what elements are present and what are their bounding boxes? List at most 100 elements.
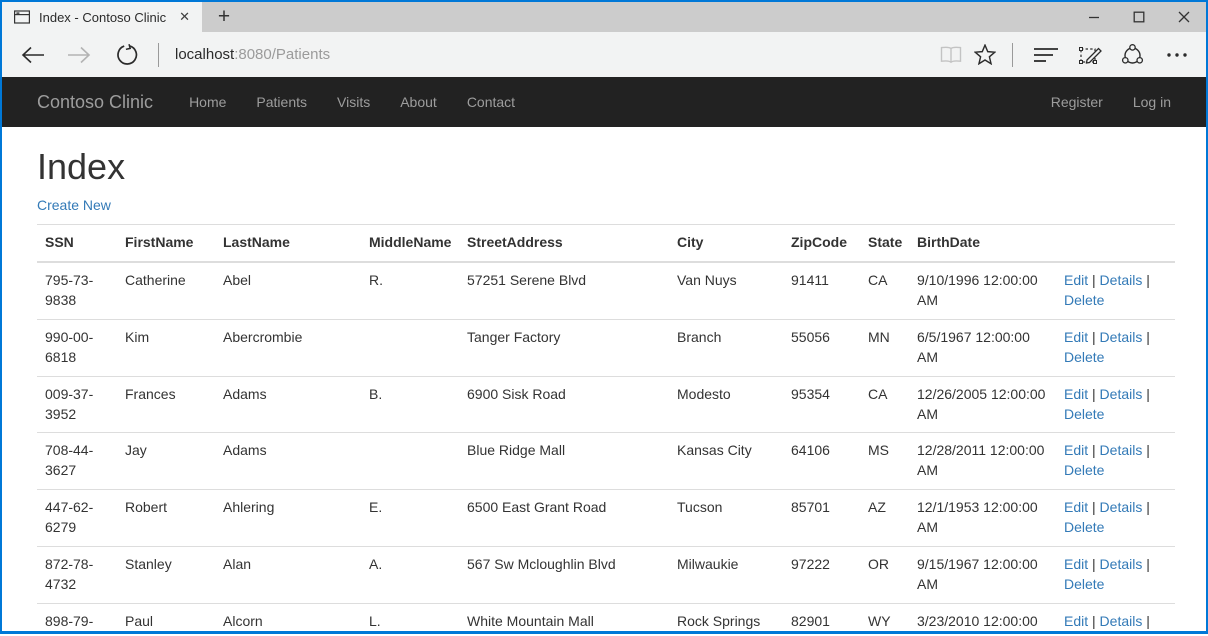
cell-actions: Edit | Details | Delete — [1056, 490, 1175, 547]
nav-link-home[interactable]: Home — [174, 77, 241, 127]
details-link[interactable]: Details — [1100, 329, 1143, 345]
cell-state: CA — [860, 262, 909, 319]
column-header: ZipCode — [783, 224, 860, 261]
cell-city: Modesto — [669, 376, 783, 433]
delete-link[interactable]: Delete — [1064, 462, 1104, 478]
tab-close-icon[interactable]: ✕ — [173, 7, 196, 27]
nav-item: Contact — [452, 77, 530, 127]
nav-link-log-in[interactable]: Log in — [1118, 77, 1186, 127]
page-content: Index Create New SSNFirstNameLastNameMid… — [2, 127, 1206, 631]
details-link[interactable]: Details — [1100, 556, 1143, 572]
table-row: 990-00-6818 Kim Abercrombie Tanger Facto… — [37, 319, 1175, 376]
page-title: Index — [37, 147, 1171, 187]
details-link[interactable]: Details — [1100, 272, 1143, 288]
more-actions-icon[interactable] — [1160, 38, 1194, 72]
column-header: State — [860, 224, 909, 261]
cell-firstname: Jay — [117, 433, 215, 490]
brand-link[interactable]: Contoso Clinic — [37, 92, 153, 113]
edit-link[interactable]: Edit — [1064, 613, 1088, 629]
tab-strip: Index - Contoso Clinic ✕ + — [2, 2, 1206, 32]
close-button[interactable] — [1161, 2, 1206, 32]
column-header: SSN — [37, 224, 117, 261]
address-bar[interactable]: localhost:8080/Patients — [167, 46, 934, 63]
cell-state: MN — [860, 319, 909, 376]
cell-middlename: A. — [361, 547, 459, 604]
edit-link[interactable]: Edit — [1064, 329, 1088, 345]
favorites-star-icon[interactable] — [968, 38, 1002, 72]
new-tab-button[interactable]: + — [202, 2, 246, 32]
minimize-button[interactable] — [1071, 2, 1116, 32]
delete-link[interactable]: Delete — [1064, 292, 1104, 308]
cell-city: Van Nuys — [669, 262, 783, 319]
cell-zipcode: 91411 — [783, 262, 860, 319]
share-icon[interactable] — [1115, 38, 1149, 72]
cell-city: Milwaukie — [669, 547, 783, 604]
create-new-link[interactable]: Create New — [37, 197, 111, 213]
cell-lastname: Adams — [215, 433, 361, 490]
cell-zipcode: 97222 — [783, 547, 860, 604]
cell-state: AZ — [860, 490, 909, 547]
nav-links: HomePatientsVisitsAboutContact — [174, 77, 530, 127]
table-header-row: SSNFirstNameLastNameMiddleNameStreetAddr… — [37, 224, 1175, 261]
cell-birthdate: 9/10/1996 12:00:00 AM — [909, 262, 1056, 319]
cell-actions: Edit | Details | Delete — [1056, 262, 1175, 319]
details-link[interactable]: Details — [1100, 442, 1143, 458]
table-row: 898-79-8701 Paul Alcorn L. White Mountai… — [37, 604, 1175, 631]
browser-window: Index - Contoso Clinic ✕ + — [0, 0, 1208, 634]
edit-link[interactable]: Edit — [1064, 272, 1088, 288]
action-separator: | — [1146, 386, 1150, 402]
cell-birthdate: 3/23/2010 12:00:00 AM — [909, 604, 1056, 631]
column-header: StreetAddress — [459, 224, 669, 261]
cell-city: Tucson — [669, 490, 783, 547]
cell-ssn: 009-37-3952 — [37, 376, 117, 433]
nav-link-register[interactable]: Register — [1036, 77, 1118, 127]
column-header: MiddleName — [361, 224, 459, 261]
edit-link[interactable]: Edit — [1064, 386, 1088, 402]
cell-firstname: Catherine — [117, 262, 215, 319]
reading-view-icon[interactable] — [934, 38, 968, 72]
maximize-button[interactable] — [1116, 2, 1161, 32]
cell-city: Kansas City — [669, 433, 783, 490]
nav-link-contact[interactable]: Contact — [452, 77, 530, 127]
delete-link[interactable]: Delete — [1064, 519, 1104, 535]
details-link[interactable]: Details — [1100, 613, 1143, 629]
back-button[interactable] — [16, 38, 50, 72]
column-header: City — [669, 224, 783, 261]
browser-tab[interactable]: Index - Contoso Clinic ✕ — [2, 2, 202, 32]
delete-link[interactable]: Delete — [1064, 349, 1104, 365]
cell-lastname: Alan — [215, 547, 361, 604]
cell-streetaddress: Blue Ridge Mall — [459, 433, 669, 490]
action-separator: | — [1146, 272, 1150, 288]
refresh-button[interactable] — [110, 38, 144, 72]
forward-button[interactable] — [62, 38, 96, 72]
delete-link[interactable]: Delete — [1064, 576, 1104, 592]
nav-link-visits[interactable]: Visits — [322, 77, 385, 127]
cell-ssn: 872-78-4732 — [37, 547, 117, 604]
cell-middlename — [361, 319, 459, 376]
edit-link[interactable]: Edit — [1064, 442, 1088, 458]
web-note-icon[interactable] — [1074, 38, 1108, 72]
cell-actions: Edit | Details | Delete — [1056, 319, 1175, 376]
nav-item: Patients — [241, 77, 322, 127]
action-separator: | — [1146, 556, 1150, 572]
edit-link[interactable]: Edit — [1064, 499, 1088, 515]
cell-zipcode: 64106 — [783, 433, 860, 490]
cell-middlename: B. — [361, 376, 459, 433]
cell-firstname: Stanley — [117, 547, 215, 604]
cell-city: Branch — [669, 319, 783, 376]
table-row: 447-62-6279 Robert Ahlering E. 6500 East… — [37, 490, 1175, 547]
cell-middlename: E. — [361, 490, 459, 547]
delete-link[interactable]: Delete — [1064, 406, 1104, 422]
cell-middlename: L. — [361, 604, 459, 631]
action-separator: | — [1146, 499, 1150, 515]
hub-icon[interactable] — [1029, 38, 1063, 72]
table-row: 872-78-4732 Stanley Alan A. 567 Sw Mclou… — [37, 547, 1175, 604]
cell-state: WY — [860, 604, 909, 631]
cell-ssn: 898-79-8701 — [37, 604, 117, 631]
details-link[interactable]: Details — [1100, 499, 1143, 515]
action-separator: | — [1092, 386, 1096, 402]
details-link[interactable]: Details — [1100, 386, 1143, 402]
nav-link-about[interactable]: About — [385, 77, 452, 127]
nav-link-patients[interactable]: Patients — [241, 77, 322, 127]
edit-link[interactable]: Edit — [1064, 556, 1088, 572]
